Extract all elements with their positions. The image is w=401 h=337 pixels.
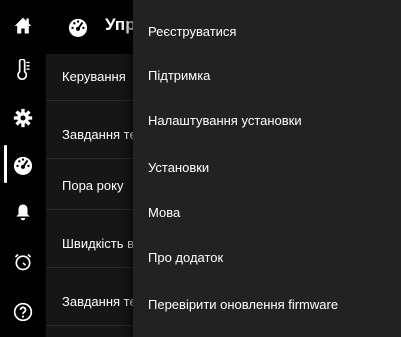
list-item-label: Завдання те (62, 127, 137, 142)
sidebar-item-timer[interactable] (0, 240, 46, 284)
overflow-menu: Реєструватися Підтримка Налаштування уст… (133, 0, 401, 337)
gear-icon (13, 108, 33, 128)
thermometer-icon (13, 59, 33, 81)
bell-icon (14, 202, 32, 222)
sidebar-item-home[interactable] (0, 4, 46, 48)
sidebar-item-help[interactable] (0, 290, 46, 334)
menu-item-about[interactable]: Про додаток (133, 235, 401, 281)
speedometer-icon (12, 155, 34, 175)
speedometer-icon (67, 17, 89, 42)
menu-item-language[interactable]: Мова (133, 190, 401, 236)
menu-item-check-firmware-update[interactable]: Перевірити оновлення firmware (133, 282, 401, 328)
home-icon (13, 16, 33, 36)
list-item-label: Пора року (62, 178, 124, 193)
list-item-label: Швидкість в (62, 236, 134, 251)
sidebar-item-control[interactable] (0, 143, 46, 187)
list-item-label: Завдання те (62, 294, 137, 309)
timer-icon (13, 252, 33, 272)
sidebar-item-alerts[interactable] (0, 190, 46, 234)
list-item-label: Керування (62, 69, 126, 84)
sidebar-item-temperature[interactable] (0, 48, 46, 92)
menu-item-installations[interactable]: Установки (133, 145, 401, 191)
menu-item-support[interactable]: Підтримка (133, 53, 401, 99)
sidebar-item-settings[interactable] (0, 96, 46, 140)
help-circle-icon (13, 302, 33, 322)
menu-item-register[interactable]: Реєструватися (133, 9, 401, 55)
menu-item-installation-settings[interactable]: Налаштування установки (133, 98, 401, 144)
sidebar (0, 0, 46, 337)
